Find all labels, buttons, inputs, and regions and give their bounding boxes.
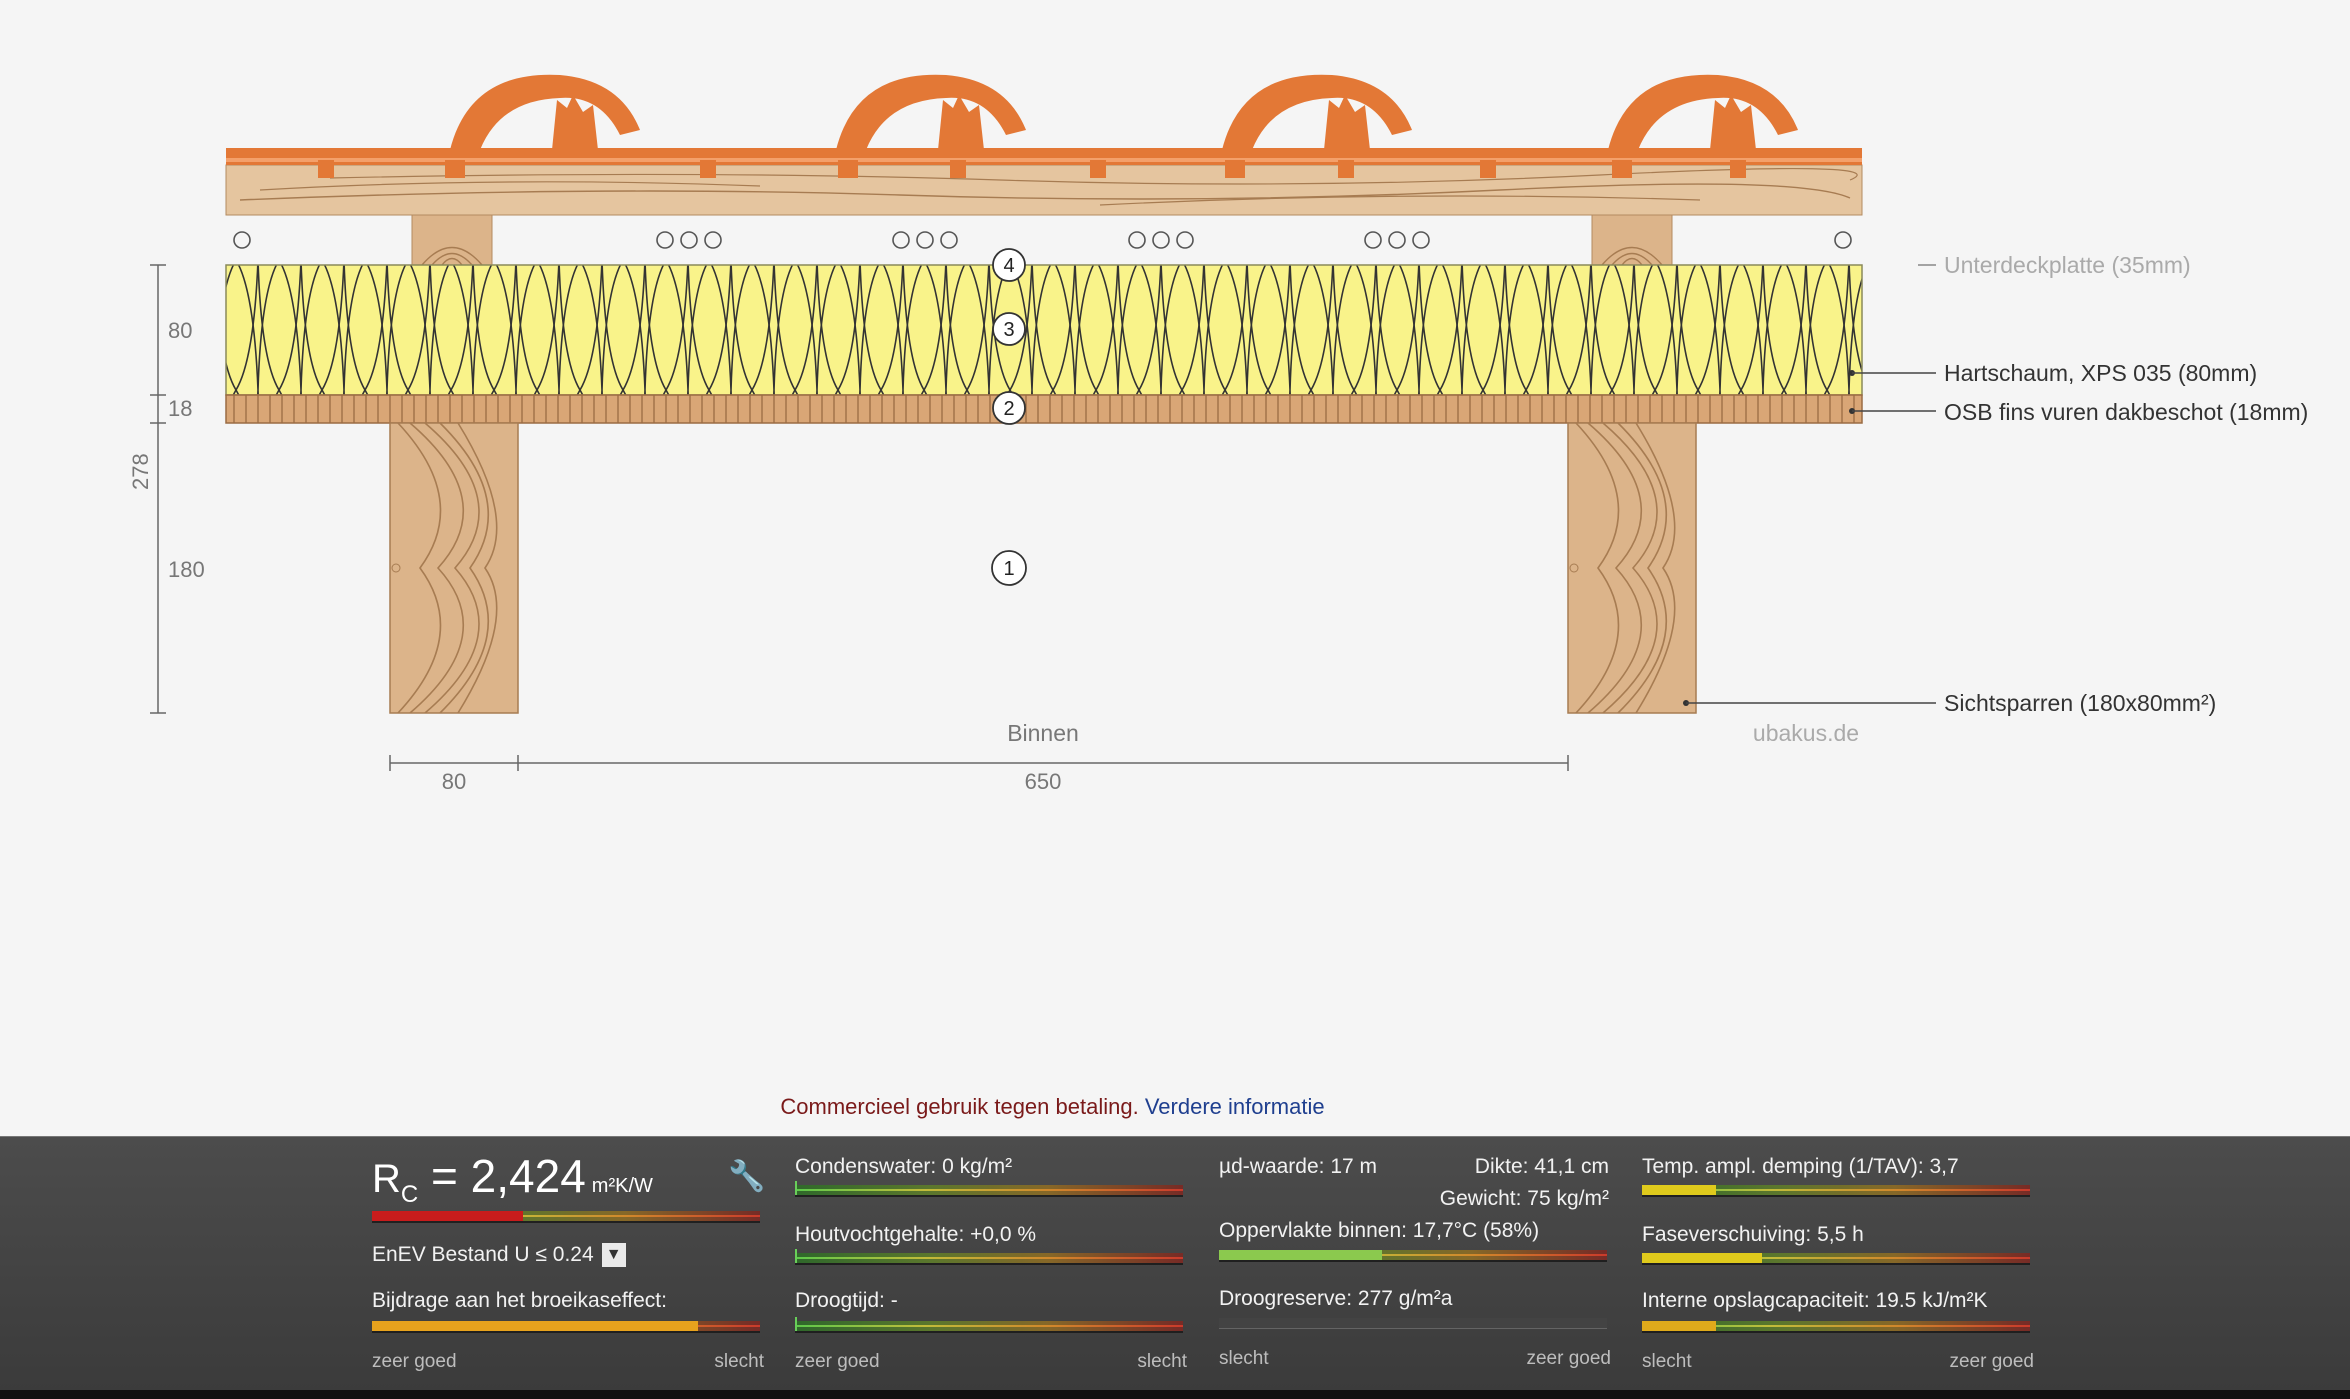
wood-moisture-gauge [795, 1249, 1183, 1265]
drying-reserve-label: Droogreserve: 277 g/m²a [1219, 1287, 1453, 1310]
callout-xps: Hartschaum, XPS 035 (80mm) [1849, 360, 2257, 386]
storage-gauge [1642, 1321, 2030, 1333]
greenhouse-label: Bijdrage aan het broeikaseffect: [372, 1289, 667, 1312]
thickness-label: Dikte: 41,1 cm [1474, 1155, 1609, 1178]
column-summer: Temp. ampl. demping (1/TAV): 3,7 Fasever… [1642, 1137, 2034, 1391]
rafter-left [389, 422, 519, 714]
roof-tiles [226, 74, 1862, 178]
tile-ridge [1608, 74, 1798, 150]
watermark: ubakus.de [1753, 720, 1859, 746]
wood-moisture-label: Houtvochtgehalte: +0,0 % [795, 1223, 1037, 1246]
rc-gauge-fill [372, 1211, 524, 1221]
svg-text:Sichtsparren (180x80mm²): Sichtsparren (180x80mm²) [1944, 690, 2216, 716]
dim-180-height: 180 [168, 557, 205, 582]
dim-650-width: 650 [1025, 769, 1062, 794]
phase-shift-label: Faseverschuiving: 5,5 h [1642, 1223, 1864, 1246]
window-bottom-edge [0, 1390, 2350, 1399]
drying-time-gauge [795, 1317, 1183, 1333]
more-info-link[interactable]: Verdere informatie [1145, 1094, 1325, 1119]
temp-damping-label: Temp. ampl. demping (1/TAV): 3,7 [1642, 1155, 1959, 1178]
callout-sparren: Sichtsparren (180x80mm²) [1683, 690, 2216, 716]
dim-278-total: 278 [128, 453, 153, 490]
scale-good: zeer goed [372, 1351, 457, 1372]
wrench-icon[interactable]: 🔧 [728, 1159, 765, 1194]
scale-good: zeer goed [1526, 1348, 1611, 1369]
svg-text:OSB fins vuren dakbeschot (18m: OSB fins vuren dakbeschot (18mm) [1944, 399, 2308, 425]
temp-damping-gauge [1642, 1185, 2030, 1197]
column-moisture: Condenswater: 0 kg/m² Houtvochtgehalte: … [795, 1137, 1187, 1391]
tile-ridge [836, 74, 1026, 150]
drying-reserve-gauge [1219, 1318, 1607, 1329]
scale-bad: slecht [1642, 1351, 1692, 1372]
weight-label: Gewicht: 75 kg/m² [1439, 1187, 1609, 1210]
column-rc: RC = 2,424 m²K/W 🔧 EnEV Bestand U ≤ 0.24 ▼… [372, 1137, 765, 1391]
surface-inside-gauge [1219, 1250, 1607, 1262]
svg-text:1: 1 [1003, 558, 1014, 580]
commercial-notice: Commercieel gebruik tegen betaling. Verd… [0, 1094, 2105, 1120]
svg-text:4: 4 [1003, 255, 1014, 277]
inside-label: Binnen [1007, 720, 1079, 746]
scale-bad: slecht [1219, 1348, 1269, 1369]
svg-text:2: 2 [1003, 398, 1014, 420]
scale-bad: slecht [1137, 1351, 1187, 1372]
results-panel: RC = 2,424 m²K/W 🔧 EnEV Bestand U ≤ 0.24 ▼… [0, 1136, 2350, 1391]
horizontal-dimensions [389, 755, 1569, 771]
scale-good: zeer goed [1949, 1351, 2034, 1372]
tile-ridge [450, 74, 640, 150]
phase-shift-gauge [1642, 1253, 2030, 1265]
rc-value-display: RC = 2,424 m²K/W [372, 1150, 653, 1208]
xps-insulation-layer [225, 264, 1863, 396]
tile-ridge [1222, 74, 1412, 150]
surface-inside-label: Oppervlakte binnen: 17,7°C (58%) [1219, 1219, 1540, 1242]
svg-text:3: 3 [1003, 319, 1014, 341]
rc-gauge [372, 1211, 760, 1223]
enev-selector[interactable]: EnEV Bestand U ≤ 0.24 ▼ [372, 1243, 626, 1268]
condensation-label: Condenswater: 0 kg/m² [795, 1155, 1013, 1178]
storage-label: Interne opslagcapaciteit: 19.5 kJ/m²K [1642, 1289, 1988, 1312]
svg-text:Unterdeckplatte (35mm): Unterdeckplatte (35mm) [1944, 252, 2191, 278]
dim-80-width: 80 [442, 769, 466, 794]
counter-batten-right [1591, 214, 1673, 266]
callout-osb: OSB fins vuren dakbeschot (18mm) [1849, 399, 2308, 425]
notice-text: Commercieel gebruik tegen betaling. [780, 1094, 1139, 1119]
drying-time-label: Droogtijd: - [795, 1289, 898, 1312]
callout-unterdeck: Unterdeckplatte (35mm) [1918, 252, 2191, 278]
layer-number-3: 3 [992, 312, 1026, 346]
layer-number-1: 1 [991, 550, 1027, 586]
dim-80-height: 80 [168, 318, 192, 343]
greenhouse-gauge [372, 1321, 760, 1333]
scale-good: zeer goed [795, 1351, 880, 1372]
counter-batten-left [411, 214, 493, 266]
sd-value-label: µd-waarde: 17 m [1219, 1155, 1378, 1178]
dim-18-height: 18 [168, 396, 192, 421]
roof-construction-diagram: 4 3 2 1 Unterdeckplatte (35mm) Hartschau… [128, 74, 2308, 794]
layer-number-4: 4 [992, 248, 1026, 282]
svg-text:Hartschaum, XPS 035 (80mm): Hartschaum, XPS 035 (80mm) [1944, 360, 2257, 386]
column-properties: µd-waarde: 17 m Dikte: 41,1 cm Gewicht: … [1219, 1137, 1611, 1391]
layer-number-2: 2 [992, 391, 1026, 425]
dropdown-arrow-icon: ▼ [601, 1243, 626, 1268]
osb-layer [225, 394, 1863, 424]
rafter-right [1567, 422, 1697, 714]
scale-bad: slecht [714, 1351, 764, 1372]
condensation-gauge [795, 1181, 1183, 1197]
rc-value: 2,424 [470, 1150, 586, 1202]
